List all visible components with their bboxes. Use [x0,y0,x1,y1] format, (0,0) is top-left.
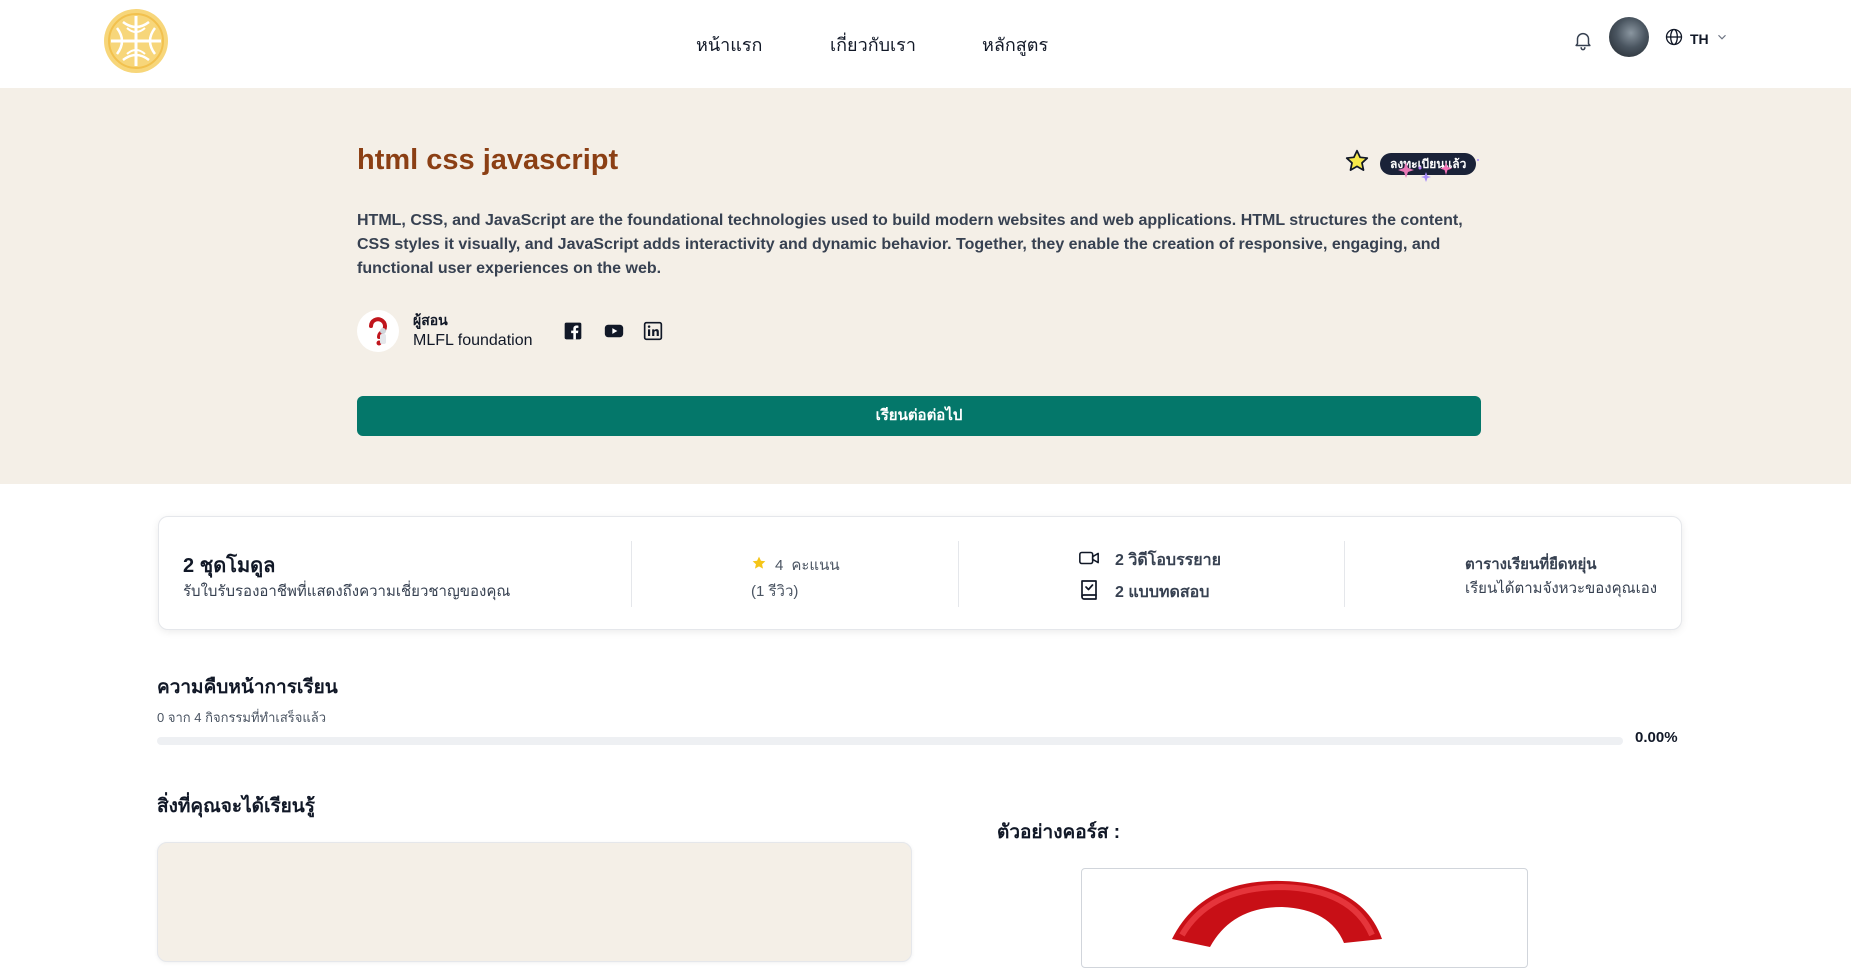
nav-courses-link[interactable]: หลักสูตร [982,30,1048,59]
video-camera-icon [1077,547,1101,574]
instructor-role: ผู้สอน [413,312,448,328]
progress-subtitle: 0 จาก 4 กิจกรรมที่ทำเสร็จแล้ว [157,710,327,725]
globe-icon [1664,27,1684,52]
stats-divider [631,541,632,607]
progress-bar [157,737,1623,745]
stats-divider [1344,541,1345,607]
language-code: TH [1690,31,1709,47]
course-preview-image[interactable] [1081,868,1528,968]
schedule-title: ตารางเรียนที่ยืดหยุ่น [1465,556,1597,573]
schedule-subtitle: เรียนได้ตามจังหวะของคุณเอง [1465,580,1658,597]
progress-title: ความคืบหน้าการเรียน [157,677,338,698]
favorite-star-icon[interactable] [1344,148,1370,174]
modules-count: 2 ชุดโมดูล [183,555,276,577]
course-hero: html css javascript ลงทะเบียนแล้ว HTML, … [0,88,1851,484]
chevron-down-icon [1715,30,1729,49]
linkedin-icon[interactable] [643,321,663,341]
preview-section-title: ตัวอย่างคอร์ส : [997,822,1121,843]
course-stats-card: 2 ชุดโมดูล รับใบรับรองอาชีพที่แสดงถึงควา… [158,516,1682,630]
video-lectures-row: 2 วิดีโอบรรยาย [1077,547,1221,574]
bell-icon[interactable] [1572,29,1594,51]
rating-row: 4 คะแนน [751,553,840,577]
social-links [563,321,663,341]
video-lectures-count: 2 วิดีโอบรรยาย [1115,552,1221,569]
nav-home-link[interactable]: หน้าแรก [696,30,762,59]
enrolled-badge: ลงทะเบียนแล้ว [1380,153,1477,175]
learn-content-box [157,842,912,962]
rating-label: คะแนน [791,557,840,574]
star-icon [751,555,767,575]
modules-subtitle: รับใบรับรองอาชีพที่แสดงถึงความเชี่ยวชาญข… [183,583,511,600]
instructor-avatar [357,310,399,352]
course-description: HTML, CSS, and JavaScript are the founda… [357,212,1463,277]
nav-about-link[interactable]: เกี่ยวกับเรา [830,30,916,59]
review-count: (1 รีวิว) [751,583,799,600]
preview-thumbnail-icon [1172,880,1382,947]
learn-section-title: สิ่งที่คุณจะได้เรียนรู้ [157,796,315,817]
continue-learning-button[interactable]: เรียนต่อต่อไป [357,396,1481,436]
quizzes-count: 2 แบบทดสอบ [1115,584,1210,601]
rating-value: 4 [775,556,784,574]
facebook-icon[interactable] [563,321,583,341]
user-avatar[interactable] [1609,17,1649,57]
youtube-icon[interactable] [603,321,624,341]
quizzes-row: 2 แบบทดสอบ [1077,578,1209,607]
progress-percent: 0.00% [1635,729,1678,746]
site-header: หน้าแรก เกี่ยวกับเรา หลักสูตร TH [0,0,1851,88]
stats-divider [958,541,959,607]
quiz-book-icon [1077,578,1101,607]
instructor-name[interactable]: MLFL foundation [413,332,532,350]
language-selector[interactable]: TH [1664,28,1729,50]
course-title: html css javascript [357,144,619,176]
